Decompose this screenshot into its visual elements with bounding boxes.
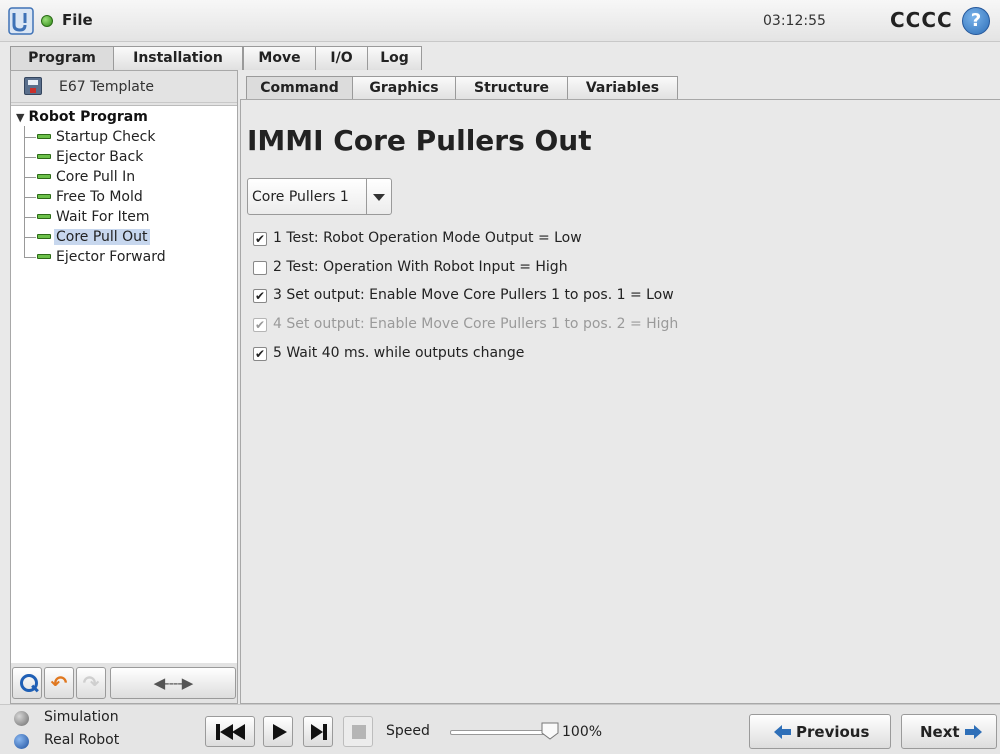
node-icon — [37, 254, 51, 259]
save-icon[interactable] — [24, 77, 42, 95]
select-value: Core Pullers 1 — [252, 189, 349, 205]
check-label: 1 Test: Robot Operation Mode Output = Lo… — [273, 230, 582, 246]
tree-branch — [24, 177, 36, 178]
check-label: 2 Test: Operation With Robot Input = Hig… — [273, 259, 568, 275]
undo-button[interactable]: ↶ — [44, 667, 74, 699]
checkbox: ✔ — [253, 318, 267, 332]
chevron-down-icon[interactable] — [366, 179, 391, 214]
node-icon — [37, 174, 51, 179]
robot-status-icon — [41, 15, 53, 27]
ur-logo-icon — [8, 7, 34, 35]
speed-slider-handle[interactable] — [540, 721, 560, 741]
clock: 03:12:55 — [763, 13, 826, 29]
expand-triangle-icon[interactable]: ▼ — [16, 111, 24, 124]
tree-toolbar: ↶ ↷ ◀----▶ — [11, 667, 237, 703]
checkbox[interactable]: ✔ — [253, 347, 267, 361]
simulation-radio-icon[interactable] — [14, 711, 29, 726]
real-robot-label: Real Robot — [44, 732, 120, 748]
file-menu[interactable]: File — [62, 11, 93, 29]
tree-branch — [24, 137, 36, 138]
previous-button[interactable]: Previous — [749, 714, 891, 749]
help-icon[interactable]: ? — [962, 7, 990, 35]
tree-root-label: Robot Program — [28, 109, 148, 125]
stop-icon — [352, 725, 366, 739]
tab-structure[interactable]: Structure — [455, 76, 568, 100]
robot-name: CCCC — [890, 8, 953, 32]
tree-item-label: Free To Mold — [56, 189, 143, 205]
play-button[interactable] — [263, 716, 293, 747]
tab-command[interactable]: Command — [246, 76, 353, 101]
program-tree-panel: E67 Template ▼ Robot Program Startup Chec… — [10, 70, 238, 704]
tree-branch — [24, 157, 36, 158]
skip-back-icon — [216, 724, 245, 740]
tree-branch — [24, 257, 36, 258]
tree-item-label: Core Pull In — [56, 169, 136, 185]
program-name: E67 Template — [59, 79, 154, 95]
node-icon — [37, 214, 51, 219]
tab-installation[interactable]: Installation — [113, 46, 243, 70]
tab-log[interactable]: Log — [367, 46, 422, 70]
tree-item-label: Core Pull Out — [54, 229, 150, 245]
tree-item-label: Ejector Back — [56, 149, 144, 165]
redo-button[interactable]: ↷ — [76, 667, 106, 699]
check-label: 4 Set output: Enable Move Core Pullers 1… — [273, 316, 679, 332]
tab-variables[interactable]: Variables — [567, 76, 678, 100]
undo-arrow-icon: ↶ — [50, 671, 68, 695]
play-icon — [273, 724, 287, 740]
program-header: E67 Template — [11, 71, 237, 103]
tree-branch — [24, 197, 36, 198]
bottom-bar: Simulation Real Robot Speed 100% Previou… — [0, 704, 1000, 754]
check-label: 5 Wait 40 ms. while outputs change — [273, 345, 525, 361]
tab-program[interactable]: Program — [10, 46, 114, 71]
simulation-label: Simulation — [44, 709, 119, 725]
rewind-button[interactable] — [205, 716, 255, 747]
speed-value: 100% — [562, 724, 603, 740]
node-icon — [37, 194, 51, 199]
checkbox[interactable]: ✔ — [253, 232, 267, 246]
redo-arrow-icon: ↷ — [82, 671, 100, 695]
command-title: IMMI Core Pullers Out — [247, 124, 592, 157]
top-bar: File 03:12:55 CCCC ? — [0, 0, 1000, 42]
tab-io[interactable]: I/O — [315, 46, 368, 70]
arrow-right-icon — [965, 725, 982, 739]
move-node-button[interactable]: ◀----▶ — [110, 667, 236, 699]
node-icon — [37, 154, 51, 159]
search-icon[interactable] — [12, 667, 42, 699]
tree-item-label: Startup Check — [56, 129, 156, 145]
tree-item-label: Wait For Item — [56, 209, 150, 225]
next-label: Next — [920, 723, 960, 741]
step-button[interactable] — [303, 716, 333, 747]
step-forward-icon — [311, 724, 327, 740]
tree-root[interactable]: ▼ Robot Program — [16, 109, 148, 125]
tree-branch — [24, 217, 36, 218]
core-pullers-select[interactable]: Core Pullers 1 — [247, 178, 392, 215]
real-robot-radio-icon[interactable] — [14, 734, 29, 749]
program-tree: ▼ Robot Program Startup Check Ejector Bac… — [11, 105, 237, 663]
previous-label: Previous — [796, 723, 870, 741]
command-panel: IMMI Core Pullers Out Core Pullers 1 ✔ 1… — [240, 99, 1000, 704]
next-button[interactable]: Next — [901, 714, 997, 749]
speed-slider[interactable] — [450, 730, 550, 735]
node-icon — [37, 234, 51, 239]
stop-button[interactable] — [343, 716, 373, 747]
arrow-left-icon — [774, 725, 791, 739]
speed-label: Speed — [386, 723, 430, 739]
tab-graphics[interactable]: Graphics — [352, 76, 456, 100]
check-label: 3 Set output: Enable Move Core Pullers 1… — [273, 287, 674, 303]
tree-branch — [24, 237, 36, 238]
checkbox[interactable]: ✔ — [253, 289, 267, 303]
tab-move[interactable]: Move — [243, 46, 316, 70]
checkbox[interactable] — [253, 261, 267, 275]
move-arrows-icon: ◀----▶ — [153, 674, 194, 692]
tree-item-label: Ejector Forward — [56, 249, 166, 265]
node-icon — [37, 134, 51, 139]
